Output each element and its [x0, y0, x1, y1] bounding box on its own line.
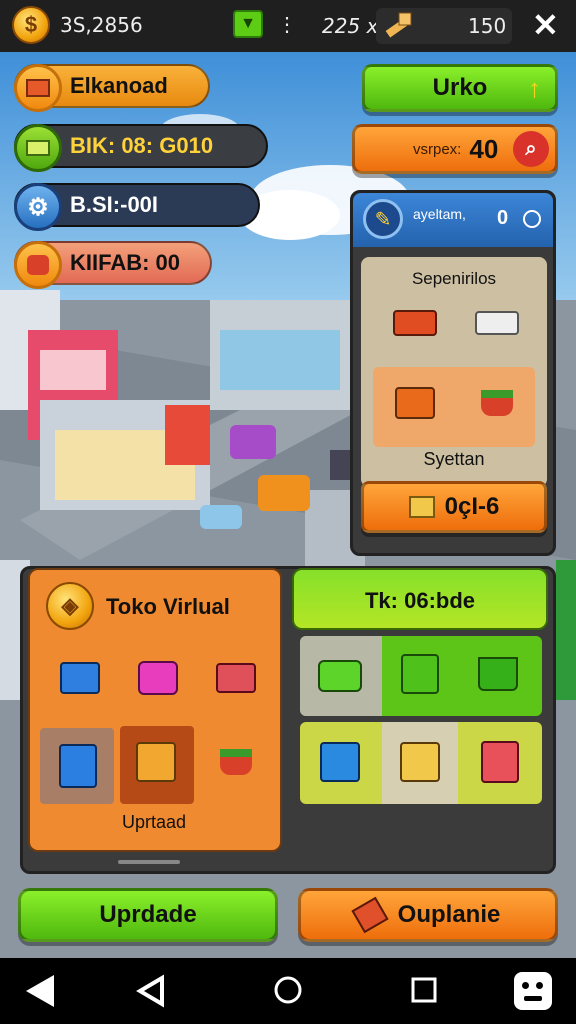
- side-panel: ✎ ayeltam, 0 Sepenirilos Syettan 0çI-6: [350, 190, 556, 556]
- scroll-indicator: [118, 860, 180, 864]
- system-nav-bar: [0, 958, 576, 1024]
- pencil-badge-icon: ✎: [363, 199, 403, 239]
- coin-count: 3S,2856: [60, 13, 143, 37]
- box-icon: [408, 496, 435, 518]
- red-cabinet-icon[interactable]: [472, 734, 528, 790]
- red-basket-icon[interactable]: [208, 650, 264, 706]
- shop-right-row-1: [300, 636, 542, 716]
- ouplanie-label: Ouplanie: [397, 901, 501, 928]
- dollar-coin-icon: $: [12, 6, 50, 44]
- urko-button[interactable]: Urko ↑: [362, 64, 558, 112]
- plant-item-icon[interactable]: [469, 375, 525, 431]
- upgrade-label: Uprdade: [99, 901, 197, 928]
- section2-title: Syettan: [423, 449, 485, 469]
- side-panel-header: ✎ ayeltam, 0: [353, 193, 553, 247]
- blue-stall-icon[interactable]: [312, 734, 368, 790]
- home-icon[interactable]: [272, 974, 304, 1006]
- more-vertical-icon[interactable]: ⋮: [277, 12, 297, 37]
- hammer-icon: [380, 8, 416, 44]
- energy-box: 150: [376, 8, 512, 44]
- side-footer-button[interactable]: 0çI-6: [361, 481, 547, 533]
- close-icon[interactable]: ✕: [532, 6, 559, 44]
- assistant-icon[interactable]: [514, 972, 552, 1010]
- gem-count: 225 x: [322, 14, 379, 38]
- stat-pill-2[interactable]: BIK: 08: G010: [14, 124, 268, 172]
- hand-icon: [14, 241, 62, 289]
- stat-pill-1[interactable]: Elkanoad: [14, 64, 210, 112]
- green-box-icon[interactable]: [392, 646, 448, 702]
- gift-icon[interactable]: ▼: [233, 10, 263, 38]
- radio-icon[interactable]: [523, 210, 541, 228]
- sofa-item-icon[interactable]: [387, 295, 443, 351]
- side-inner: Sepenirilos Syettan: [361, 257, 547, 487]
- stat-pill-3[interactable]: ⚙ B.SI:-00I: [14, 183, 260, 231]
- tray-item-icon[interactable]: [469, 295, 525, 351]
- crate-icon: [14, 64, 62, 112]
- gear-icon: ⚙: [14, 183, 62, 231]
- cash-icon: [14, 124, 62, 172]
- green-truck-icon[interactable]: [312, 648, 368, 704]
- ouplanie-button[interactable]: Ouplanie: [298, 888, 558, 942]
- arrow-up-icon: ↑: [528, 73, 541, 103]
- side-header-value: 0: [497, 207, 509, 229]
- recents-icon[interactable]: [410, 976, 438, 1004]
- upgrade-button[interactable]: Uprdade: [18, 888, 278, 942]
- search-box[interactable]: vsrpex: 40 ⌕: [352, 124, 558, 174]
- stat-label-1: Elkanoad: [70, 73, 168, 98]
- pink-cart-icon[interactable]: [130, 650, 186, 706]
- side-header-label: ayeltam,: [413, 206, 466, 222]
- search-value: 40: [469, 133, 499, 164]
- search-label: vsrpex:: [413, 140, 462, 158]
- search-icon[interactable]: ⌕: [513, 131, 549, 167]
- urko-label: Urko: [432, 74, 488, 101]
- shop-right-row-2: [300, 722, 542, 804]
- blue-fridge-icon[interactable]: [50, 738, 106, 794]
- energy-count: 150: [468, 14, 507, 38]
- blue-cart-icon[interactable]: [52, 650, 108, 706]
- stat-label-4: KIIFAB: 00: [70, 250, 181, 275]
- stat-label-3: B.SI:-00I: [70, 192, 159, 217]
- shop-left-panel: ◈ Toko Virlual Uprtaad: [28, 568, 282, 852]
- top-resource-bar: $ 3S,2856 ▼ ⋮ 225 x 150 ✕: [0, 0, 576, 52]
- shopping-cart-icon[interactable]: [470, 646, 526, 702]
- prev-icon[interactable]: [136, 974, 166, 1008]
- back-icon[interactable]: [22, 972, 58, 1010]
- plant-pot-icon[interactable]: [208, 734, 264, 790]
- stat-label-2: BIK: 08: G010: [70, 133, 214, 158]
- yellow-display-icon[interactable]: [392, 734, 448, 790]
- hammer-icon: [351, 896, 389, 934]
- truck-item-icon[interactable]: [387, 375, 443, 431]
- shop-left-title: Toko Virlual: [106, 594, 230, 619]
- side-footer-value: 0çI-6: [444, 493, 500, 520]
- coin-badge-icon: ◈: [46, 582, 94, 630]
- shop-right-title: Tk: 06:bde: [364, 588, 476, 613]
- stat-pill-4[interactable]: KIIFAB: 00: [14, 241, 212, 289]
- selected-item-label: Uprtaad: [122, 812, 187, 832]
- orange-crate-icon[interactable]: [128, 734, 184, 790]
- section1-title: Sepenirilos: [411, 269, 497, 288]
- shop-right-header: Tk: 06:bde: [292, 568, 548, 630]
